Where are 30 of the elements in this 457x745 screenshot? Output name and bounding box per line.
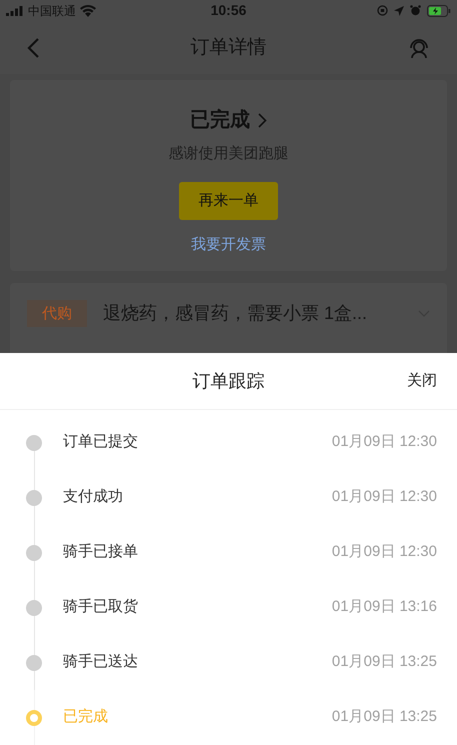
chevron-right-icon (258, 112, 267, 128)
step-time: 01月09日 12:30 (332, 542, 437, 562)
step-time: 01月09日 13:25 (332, 707, 437, 728)
step-time: 01月09日 12:30 (332, 432, 437, 452)
support-agent-icon[interactable] (407, 36, 431, 60)
location-icon (394, 6, 404, 16)
battery-icon (427, 4, 451, 17)
step-time: 01月09日 13:16 (332, 597, 437, 618)
signal-icon (6, 6, 24, 16)
step-label: 已完成 (63, 707, 109, 728)
carrier-name: 中国联通 (28, 2, 76, 20)
step-label: 骑手已送达 (63, 652, 139, 672)
order-status-link[interactable]: 已完成 (190, 105, 267, 136)
step-time: 01月09日 12:30 (332, 487, 437, 508)
step-label: 骑手已接单 (63, 542, 139, 562)
step-label: 支付成功 (63, 487, 124, 508)
step-label: 订单已提交 (63, 432, 139, 452)
item-description: 退烧药，感冒药，需要小票 1盒... (103, 302, 368, 326)
sheet-title: 订单跟踪 (192, 370, 266, 392)
purchase-tag: 代购 (27, 300, 87, 328)
step-label: 骑手已取货 (63, 597, 139, 618)
step-time: 01月09日 13:25 (332, 652, 437, 672)
page-title: 订单详情 (190, 36, 268, 60)
close-button[interactable]: 关闭 (377, 370, 437, 392)
rotation-lock-icon (377, 5, 388, 16)
clock-time: 10:56 (210, 1, 248, 20)
alarm-icon (410, 5, 421, 16)
invoice-link[interactable]: 我要开发票 (191, 234, 266, 256)
reorder-button[interactable]: 再来一单 (179, 182, 278, 220)
wifi-icon (80, 4, 96, 17)
